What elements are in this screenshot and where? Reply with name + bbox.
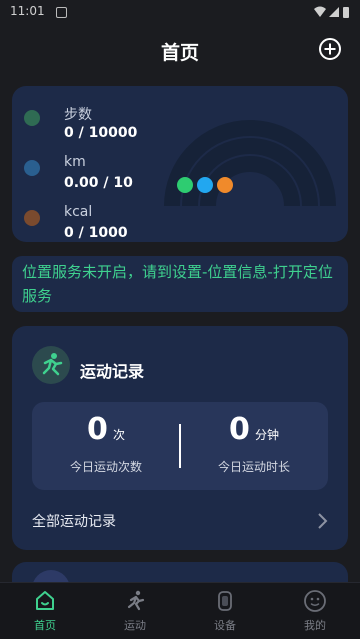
bottom-tab-bar: 首页 运动 设备 我的 [0, 582, 360, 639]
tab-mine-label: 我的 [304, 619, 326, 632]
running-icon [32, 346, 70, 384]
flame-icon [24, 210, 40, 226]
home-icon [36, 591, 54, 610]
duration-metric: 0 分钟 今日运动时长 [180, 402, 328, 490]
status-bar: 11:01 [0, 0, 360, 24]
progress-rings [164, 120, 336, 207]
duration-value: 0 [229, 412, 250, 447]
count-metric: 0 次 今日运动次数 [32, 402, 180, 490]
location-service-notice[interactable]: 位置服务未开启，请到设置-位置信息-打开定位服务 [12, 256, 348, 312]
steps-value: 0 / 10000 [64, 125, 138, 141]
duration-unit: 分钟 [254, 428, 279, 442]
calories-progress-dot [217, 177, 233, 193]
tab-sport[interactable]: 运动 [90, 583, 180, 639]
profile-icon [304, 590, 326, 612]
chevron-right-icon [318, 513, 328, 529]
tab-device-label: 设备 [214, 619, 236, 632]
exercise-record-card: 运动记录 0 次 今日运动次数 0 分钟 今日运动时长 全部运动记录 [12, 326, 348, 550]
running-icon [127, 590, 145, 611]
tab-home[interactable]: 首页 [0, 583, 90, 639]
signal-battery-icon [314, 6, 349, 18]
steps-label: 步数 [64, 107, 92, 123]
location-pin-icon [24, 160, 40, 176]
distance-progress-dot [197, 177, 213, 193]
all-records-link[interactable]: 全部运动记录 [32, 510, 328, 532]
add-icon[interactable] [318, 37, 342, 61]
calories-value: 0 / 1000 [64, 225, 128, 241]
app-header: 首页 [0, 28, 360, 72]
all-records-label: 全部运动记录 [32, 514, 116, 530]
distance-label: km [64, 154, 86, 170]
footprints-icon [24, 110, 40, 126]
status-time: 11:01 [10, 4, 45, 18]
count-label: 今日运动次数 [69, 460, 142, 474]
tab-device[interactable]: 设备 [180, 583, 270, 639]
notification-icon [56, 7, 67, 18]
watch-icon [218, 591, 232, 611]
tab-home-label: 首页 [34, 619, 56, 632]
exercise-record-title: 运动记录 [80, 362, 145, 381]
page-title: 首页 [160, 42, 199, 64]
activity-summary-card[interactable]: 步数 0 / 10000 km 0.00 / 10 kcal 0 / 1000 [12, 86, 348, 242]
today-summary-panel: 0 次 今日运动次数 0 分钟 今日运动时长 [32, 402, 328, 490]
tab-sport-label: 运动 [124, 619, 146, 632]
count-value: 0 [87, 412, 108, 447]
count-unit: 次 [112, 428, 125, 442]
duration-label: 今日运动时长 [217, 460, 290, 474]
tab-mine[interactable]: 我的 [270, 583, 360, 639]
calories-label: kcal [64, 204, 93, 220]
steps-progress-dot [177, 177, 193, 193]
distance-value: 0.00 / 10 [64, 175, 133, 191]
